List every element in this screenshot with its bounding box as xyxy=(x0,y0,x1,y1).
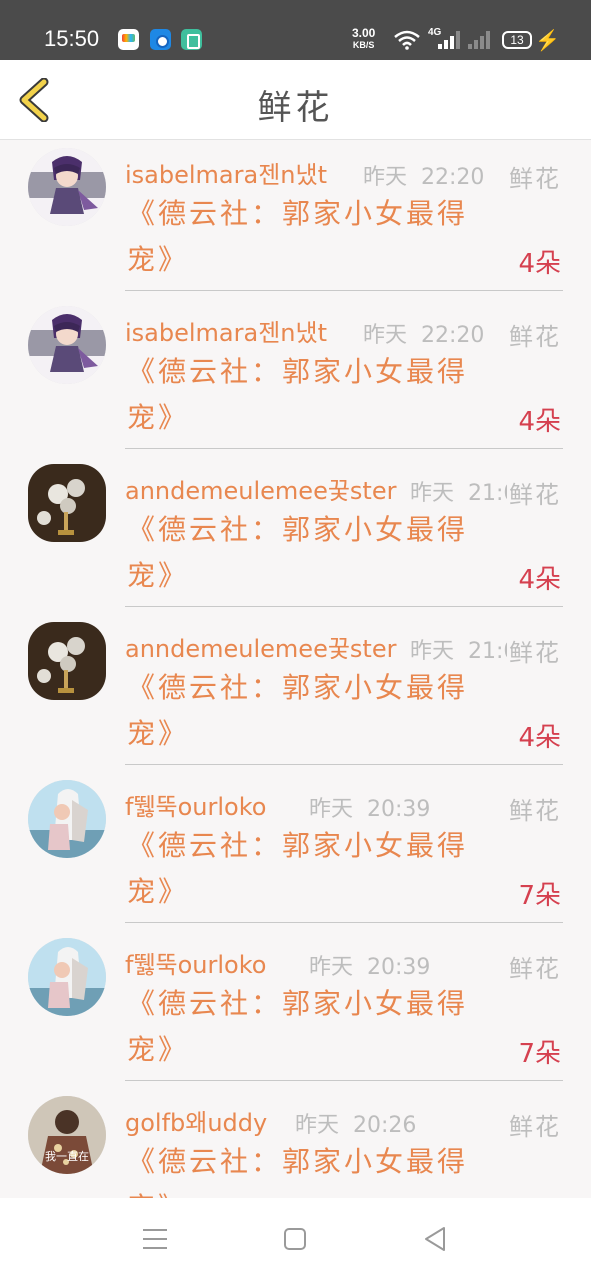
menu-icon[interactable] xyxy=(140,1224,170,1254)
gift-count: 4朵 xyxy=(518,723,561,753)
date-label: 昨天 xyxy=(410,481,455,506)
username[interactable]: anndemeulemee꿎ster xyxy=(125,629,396,664)
username[interactable]: golfb왜uddy xyxy=(125,1103,267,1138)
time-label: 20:39 xyxy=(367,955,431,980)
gift-type: 鲜花 xyxy=(507,475,561,510)
gift-message: 《德云社：郭家小女最得宠》 xyxy=(127,355,469,434)
timestamp: 昨天 20:39 xyxy=(309,949,430,981)
network-speed-unit: KB/S xyxy=(352,40,375,50)
home-square-icon[interactable] xyxy=(280,1224,310,1254)
gift-count: 4朵 xyxy=(518,407,561,437)
gift-count: 4朵 xyxy=(518,565,561,595)
date-label: 昨天 xyxy=(410,639,455,664)
gift-message: 《德云社：郭家小女最得宠》 xyxy=(127,1145,469,1198)
gift-message: 《德云社：郭家小女最得宠》 xyxy=(127,987,469,1066)
gift-type: 鲜花 xyxy=(507,791,561,826)
gift-count: 7朵 xyxy=(518,881,561,911)
signal-bars-icon xyxy=(438,31,460,49)
time-label: 22:20 xyxy=(421,323,485,348)
item-content: f뛣뚝ourloko 昨天 20:39 鲜花 《德云社：郭家小女最得宠》 7朵 xyxy=(125,773,563,923)
date-label: 昨天 xyxy=(309,955,354,980)
gift-count: 4朵 xyxy=(518,249,561,279)
time-label: 20:39 xyxy=(367,797,431,822)
status-bar: 15:50 3.00 KB/S 4G 13 ⚡ xyxy=(0,0,591,60)
item-content: golfb왜uddy 昨天 20:26 鲜花 《德云社：郭家小女最得宠》 xyxy=(125,1089,563,1198)
list-item[interactable]: isabelmara젠n냈t 昨天 22:20 鲜花 《德云社：郭家小女最得宠》… xyxy=(0,141,591,299)
gift-message: 《德云社：郭家小女最得宠》 xyxy=(127,671,469,750)
date-label: 昨天 xyxy=(295,1113,340,1138)
gift-type: 鲜花 xyxy=(507,633,561,668)
item-content: f뛣뚝ourloko 昨天 20:39 鲜花 《德云社：郭家小女最得宠》 7朵 xyxy=(125,931,563,1081)
list-item[interactable]: isabelmara젠n냈t 昨天 22:20 鲜花 《德云社：郭家小女最得宠》… xyxy=(0,299,591,457)
date-label: 昨天 xyxy=(363,323,408,348)
timestamp: 昨天 20:39 xyxy=(309,791,430,823)
charging-icon: ⚡ xyxy=(535,30,560,52)
gift-type: 鲜花 xyxy=(507,1107,561,1142)
browser-notification-icon xyxy=(150,29,171,50)
gift-record-list[interactable]: isabelmara젠n냈t 昨天 22:20 鲜花 《德云社：郭家小女最得宠》… xyxy=(0,141,591,1198)
username[interactable]: f뛣뚝ourloko xyxy=(125,787,266,822)
item-content: isabelmara젠n냈t 昨天 22:20 鲜花 《德云社：郭家小女最得宠》… xyxy=(125,299,563,449)
time-label: 22:20 xyxy=(421,165,485,190)
system-nav-bar xyxy=(0,1198,591,1280)
gift-message: 《德云社：郭家小女最得宠》 xyxy=(127,829,469,908)
avatar[interactable] xyxy=(28,938,106,1016)
list-item[interactable]: f뛣뚝ourloko 昨天 20:39 鲜花 《德云社：郭家小女最得宠》 7朵 xyxy=(0,931,591,1089)
wifi-icon xyxy=(394,30,420,50)
network-speed-value: 3.00 xyxy=(352,26,376,40)
gift-message: 《德云社：郭家小女最得宠》 xyxy=(127,197,469,276)
list-item[interactable]: f뛣뚝ourloko 昨天 20:39 鲜花 《德云社：郭家小女最得宠》 7朵 xyxy=(0,773,591,931)
back-triangle-icon[interactable] xyxy=(420,1224,450,1254)
username[interactable]: isabelmara젠n냈t xyxy=(125,155,327,190)
gift-type: 鲜花 xyxy=(507,159,561,194)
gift-message: 《德云社：郭家小女最得宠》 xyxy=(127,513,469,592)
timestamp: 昨天 22:20 xyxy=(363,159,484,191)
avatar[interactable] xyxy=(28,464,106,542)
date-label: 昨天 xyxy=(363,165,408,190)
signal-bars-secondary-icon xyxy=(468,31,490,49)
avatar[interactable] xyxy=(28,780,106,858)
status-time: 15:50 xyxy=(44,26,100,51)
item-content: isabelmara젠n냈t 昨天 22:20 鲜花 《德云社：郭家小女最得宠》… xyxy=(125,141,563,291)
avatar[interactable] xyxy=(28,148,106,226)
app-notification-icon xyxy=(118,29,139,50)
list-item[interactable]: anndemeulemee꿎ster 昨天 21:05 鲜花 《德云社：郭家小女… xyxy=(0,457,591,615)
item-content: anndemeulemee꿎ster 昨天 21:05 鲜花 《德云社：郭家小女… xyxy=(125,457,563,607)
gift-count: 7朵 xyxy=(518,1039,561,1069)
avatar[interactable]: 我一直在 xyxy=(28,1096,106,1174)
gift-type: 鲜花 xyxy=(507,317,561,352)
avatar[interactable] xyxy=(28,306,106,384)
app-header: 鲜花 xyxy=(0,60,591,140)
timestamp: 昨天 22:20 xyxy=(363,317,484,349)
username[interactable]: isabelmara젠n냈t xyxy=(125,313,327,348)
list-item[interactable]: 我一直在 golfb왜uddy 昨天 20:26 鲜花 《德云社：郭家小女最得宠… xyxy=(0,1089,591,1198)
date-label: 昨天 xyxy=(309,797,354,822)
avatar-caption: 我一直在 xyxy=(45,1150,89,1163)
gift-type: 鲜花 xyxy=(507,949,561,984)
page-title: 鲜花 xyxy=(257,88,334,128)
avatar[interactable] xyxy=(28,622,106,700)
network-speed: 3.00 KB/S xyxy=(352,27,375,51)
time-label: 20:26 xyxy=(353,1113,417,1138)
battery-icon: 13 xyxy=(502,31,532,49)
item-content: anndemeulemee꿎ster 昨天 21:05 鲜花 《德云社：郭家小女… xyxy=(125,615,563,765)
username[interactable]: anndemeulemee꿎ster xyxy=(125,471,396,506)
note-app-notification-icon xyxy=(181,29,202,50)
timestamp: 昨天 20:26 xyxy=(295,1107,416,1139)
username[interactable]: f뛣뚝ourloko xyxy=(125,945,266,980)
list-item[interactable]: anndemeulemee꿎ster 昨天 21:05 鲜花 《德云社：郭家小女… xyxy=(0,615,591,773)
